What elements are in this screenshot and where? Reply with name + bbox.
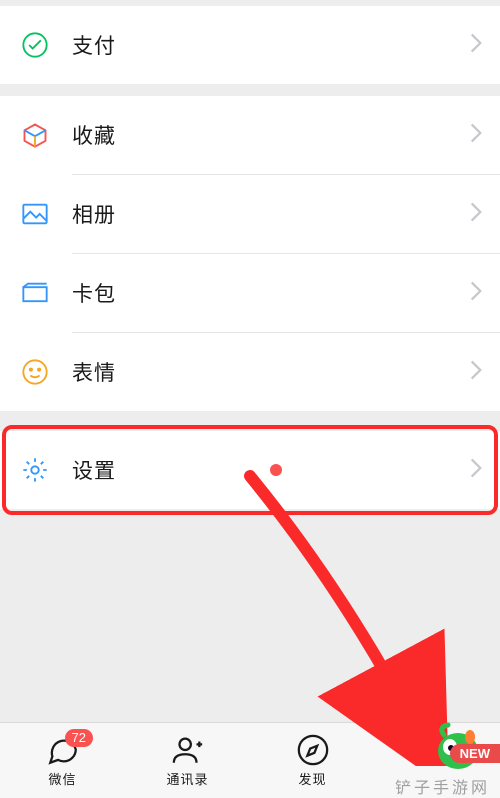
menu-label: 设置	[72, 455, 260, 485]
menu-favorites[interactable]: 收藏	[0, 96, 500, 174]
chevron-right-icon	[470, 360, 482, 385]
chevron-right-icon	[470, 33, 482, 58]
menu-stickers[interactable]: 表情	[0, 333, 500, 411]
stickers-icon	[20, 357, 50, 387]
menu-label: 相册	[72, 199, 470, 229]
chevron-right-icon	[470, 281, 482, 306]
tab-label: 微信	[48, 769, 76, 788]
new-pill: NEW	[450, 744, 500, 763]
chevron-right-icon	[470, 123, 482, 148]
person-icon	[421, 743, 455, 777]
menu-label: 表情	[72, 357, 470, 387]
tab-label: 发现	[298, 769, 326, 788]
menu-settings[interactable]: 设置	[0, 431, 500, 509]
tab-contacts[interactable]: 通讯录	[125, 733, 250, 788]
badge-count: 72	[65, 729, 93, 747]
compass-icon	[296, 733, 330, 767]
gear-icon	[20, 455, 50, 485]
album-icon	[20, 199, 50, 229]
favorites-icon	[20, 120, 50, 150]
chevron-right-icon	[470, 202, 482, 227]
menu-label: 卡包	[72, 278, 470, 308]
tab-label: 通讯录	[166, 769, 208, 788]
tab-discover[interactable]: 发现	[250, 733, 375, 788]
pay-icon	[20, 30, 50, 60]
notification-dot	[270, 464, 282, 476]
cards-icon	[20, 278, 50, 308]
contacts-icon	[171, 733, 205, 767]
menu-label: 收藏	[72, 120, 470, 150]
chevron-right-icon	[470, 458, 482, 483]
menu-cards[interactable]: 卡包	[0, 254, 500, 332]
menu-album[interactable]: 相册	[0, 175, 500, 253]
tab-chat[interactable]: 72 微信	[0, 733, 125, 788]
menu-label: 支付	[72, 30, 470, 60]
watermark-brand: 铲子手游网	[395, 774, 490, 798]
menu-pay[interactable]: 支付	[0, 6, 500, 84]
